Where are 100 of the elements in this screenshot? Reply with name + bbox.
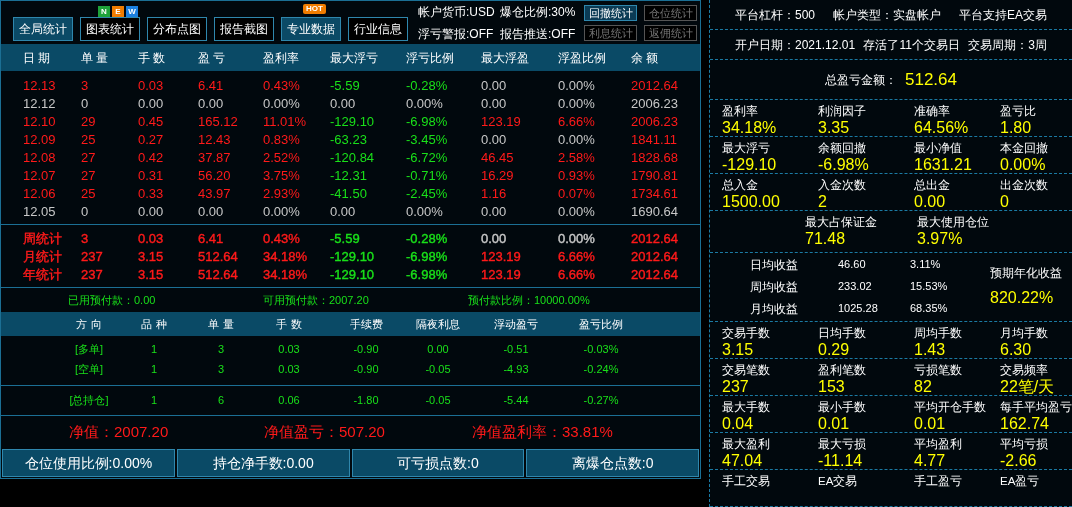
table-cell-text: 1.16	[481, 185, 507, 203]
table-cell-text: 2012.64	[631, 266, 678, 284]
stat-label: 最小手数	[818, 400, 867, 415]
table-cell-text: 25	[81, 131, 96, 149]
table-cell-text: -129.10	[330, 248, 375, 266]
table-cell-text: -0.05	[424, 361, 452, 377]
stats-button[interactable]: 利息统计	[584, 24, 637, 41]
table-cell-text: -1.80	[352, 393, 380, 409]
table-cell-text: 0.00%	[406, 95, 443, 113]
stat-label: 每手平均盈亏	[1000, 400, 1072, 415]
stat-label: 最大手数	[722, 400, 771, 415]
table-cell-text: -6.98%	[406, 113, 448, 131]
table-cell-text: 512.64	[198, 248, 238, 266]
prepayment-info: 预付款比例：10000.00%	[468, 292, 590, 308]
table-cell-text: 56.20	[198, 167, 231, 185]
table-cell-text: 0.45	[138, 113, 164, 131]
stat-value: 1.43	[914, 341, 947, 359]
table-cell-text: 6.41	[198, 77, 224, 95]
toolbar-button[interactable]: 行业信息	[348, 17, 408, 41]
stat-value: 3.35	[818, 119, 851, 137]
table-cell-text: 6.66%	[558, 113, 595, 131]
table-cell-text: 1690.64	[631, 203, 678, 221]
account-setting: 报告推送:OFF	[500, 25, 577, 43]
table-cell-text: -0.90	[352, 341, 380, 357]
stat-value: 0.29	[818, 341, 851, 359]
stat-label: 交易频率	[1000, 363, 1049, 378]
table-cell-text: 12.13	[23, 77, 56, 95]
stats-button[interactable]: 返佣统计	[644, 24, 697, 41]
table-cell-text: 16.29	[481, 167, 514, 185]
column-header: 方 向	[75, 316, 103, 332]
stat-value: 0.01	[818, 415, 851, 433]
stats-button[interactable]: 仓位统计	[644, 4, 697, 21]
table-cell-text: -0.24%	[582, 361, 620, 377]
table-cell-text: 0	[81, 95, 89, 113]
table-cell-text: 3	[216, 361, 226, 377]
table-cell-text: 123.19	[481, 266, 521, 284]
table-cell-text: 0	[81, 203, 89, 221]
table-cell-text: 34.18%	[263, 248, 308, 266]
table-cell-text: 0.00	[138, 95, 164, 113]
toolbar-button[interactable]: 报告截图	[214, 17, 274, 41]
table-cell-text: 12.07	[23, 167, 56, 185]
table-cell-text: 0.00	[330, 203, 356, 221]
status-cell: 可亏损点数:0	[351, 449, 525, 477]
table-cell-text: 0.00	[198, 95, 224, 113]
table-cell-text: 月统计	[23, 248, 62, 266]
column-header: 最大浮盈	[481, 49, 530, 67]
toolbar-button[interactable]: 分布点图	[147, 17, 207, 41]
stat-label: 本金回撤	[1000, 141, 1049, 156]
prepayment-info: 可用预付款：2007.20	[263, 292, 370, 308]
stat-label: 日均手数	[818, 326, 867, 341]
table-cell-text: 0.00%	[558, 203, 595, 221]
prepayment-info: 已用预付款：0.00	[68, 292, 157, 308]
toolbar-button[interactable]: 图表统计	[80, 17, 140, 41]
table-cell-text: -0.90	[352, 361, 380, 377]
table-cell-text: -6.98%	[406, 266, 448, 284]
stat-value: 47.04	[722, 452, 764, 470]
table-cell-text: -0.71%	[406, 167, 448, 185]
table-cell-text: 1	[149, 361, 159, 377]
stat-label: EA交易	[818, 474, 859, 489]
table-cell-text: 0.03	[277, 341, 301, 357]
table-cell-text: 0.00	[198, 203, 224, 221]
stat-label: 入金次数	[818, 178, 867, 193]
table-cell-text: 0.00%	[558, 131, 595, 149]
table-cell-text: -5.59	[330, 77, 360, 95]
total-profit-label: 总盈亏金额：	[825, 71, 897, 89]
stat-value: -11.14	[818, 452, 864, 470]
stat-value: 1.80	[1000, 119, 1033, 137]
account-info: 交易周期：3周	[968, 36, 1047, 54]
column-header: 日 期	[23, 49, 52, 67]
stat-label: 最小净值	[914, 141, 963, 156]
column-header: 浮动盈亏	[493, 316, 539, 332]
stat-label: 最大占保证金	[805, 214, 878, 230]
toolbar-button[interactable]: 全局统计	[13, 17, 73, 41]
stat-value: 2	[818, 193, 828, 211]
column-header: 浮盈比例	[558, 49, 607, 67]
table-cell-text: 0.00	[481, 203, 507, 221]
account-info: 开户日期：2021.12.01	[735, 36, 856, 54]
stat-value: 71.48	[805, 230, 847, 248]
account-setting: 浮亏警报:OFF	[418, 25, 495, 43]
column-header: 盈利率	[263, 49, 300, 67]
table-cell-text: 0.00%	[263, 95, 300, 113]
table-cell-text: 237	[81, 248, 103, 266]
table-cell-text: 0.00	[426, 341, 450, 357]
toolbar-button[interactable]: 专业数据	[281, 17, 341, 41]
stat-label: 总入金	[722, 178, 759, 193]
new-badge-letter: W	[126, 6, 138, 17]
table-cell-text: 0.00%	[558, 230, 595, 248]
stat-value: 0.01	[914, 415, 947, 433]
stat-label: 最大盈利	[722, 437, 771, 452]
table-cell-text: -0.51	[502, 341, 530, 357]
table-cell-text: 0.00	[481, 77, 507, 95]
table-cell-text: 1841.11	[631, 131, 678, 149]
table-cell-text: -6.98%	[406, 248, 448, 266]
table-cell-text: -6.72%	[406, 149, 448, 167]
average-label: 周均收益	[750, 279, 799, 296]
stat-value: 3.15	[722, 341, 755, 359]
stat-value: 64.56%	[914, 119, 970, 137]
table-cell-text: [总持仓]	[68, 393, 110, 409]
column-header: 手 数	[138, 49, 167, 67]
stats-button[interactable]: 回撤统计	[584, 4, 637, 21]
